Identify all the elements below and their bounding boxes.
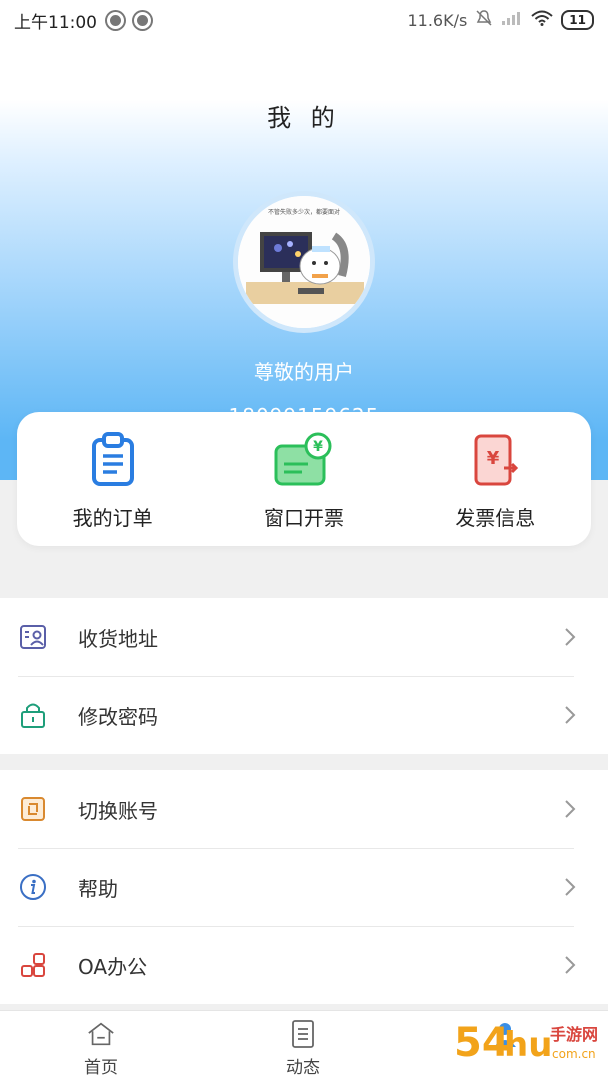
- mute-icon: [475, 9, 493, 31]
- my-orders-button[interactable]: 我的订单: [17, 412, 208, 546]
- tab-label: 动态: [286, 1058, 320, 1078]
- menu-item-address[interactable]: 收货地址: [0, 598, 608, 676]
- wifi-icon: [531, 10, 553, 30]
- chevron-right-icon: [564, 799, 580, 819]
- menu-item-change-password[interactable]: 修改密码: [0, 676, 608, 754]
- chevron-right-icon: [564, 877, 580, 897]
- menu-item-help[interactable]: 帮助: [0, 848, 608, 926]
- switch-account-icon: [18, 794, 48, 824]
- menu-item-oa-office[interactable]: OA办公: [0, 926, 608, 1004]
- svg-text:手游网: 手游网: [550, 1025, 598, 1044]
- avatar[interactable]: 不管失败多少次，都要面对: [233, 191, 375, 333]
- notification-dot-icon: [134, 11, 151, 29]
- user-name: 尊敬的用户: [254, 360, 354, 384]
- info-icon: [18, 872, 48, 902]
- quick-action-label: 窗口开票: [263, 506, 344, 530]
- home-icon: [86, 1019, 116, 1049]
- quick-actions-card: 我的订单 ¥ 窗口开票 ¥ 发票信息: [17, 412, 591, 546]
- menu-item-label: OA办公: [78, 954, 148, 979]
- address-card-icon: [18, 622, 48, 652]
- menu-item-label: 帮助: [78, 876, 118, 901]
- quick-action-label: 发票信息: [455, 506, 536, 530]
- invoice-info-button[interactable]: ¥ 发票信息: [400, 412, 591, 546]
- tab-home[interactable]: 首页: [0, 1011, 202, 1080]
- menu-item-label: 修改密码: [78, 704, 158, 729]
- menu-item-switch-account[interactable]: 切换账号: [0, 770, 608, 848]
- watermark-domain: com.cn: [552, 1047, 596, 1061]
- svg-text:54: 54: [454, 1020, 510, 1066]
- chevron-right-icon: [564, 705, 580, 725]
- chevron-right-icon: [564, 955, 580, 975]
- menu-item-label: 切换账号: [78, 798, 158, 823]
- clipboard-icon: [83, 430, 143, 490]
- lock-icon: [18, 700, 48, 730]
- svg-text:hu: hu: [504, 1025, 552, 1065]
- svg-text:¥: ¥: [313, 439, 323, 455]
- avatar-caption: 不管失败多少次，都要面对: [268, 208, 340, 216]
- svg-text:¥: ¥: [487, 448, 500, 469]
- status-bar: 上午11:00 11.6K/s 11: [0, 0, 608, 40]
- invoice-card-icon: ¥: [274, 430, 334, 490]
- notification-dot-icon: [107, 11, 124, 29]
- window-invoice-button[interactable]: ¥ 窗口开票: [208, 412, 399, 546]
- tab-label: 首页: [84, 1058, 118, 1078]
- blocks-icon: [18, 950, 48, 980]
- avatar-illustration: 不管失败多少次，都要面对: [238, 196, 370, 328]
- chevron-right-icon: [564, 627, 580, 647]
- menu-group-account: 收货地址 修改密码: [0, 598, 608, 754]
- tab-activity[interactable]: 动态: [202, 1011, 404, 1080]
- status-time: 上午11:00: [14, 12, 97, 33]
- battery-indicator: 11: [561, 10, 594, 30]
- menu-group-misc: 切换账号 帮助 OA办公: [0, 770, 608, 1004]
- site-watermark-logo: 54 hu 手游网 com.cn: [454, 1020, 598, 1066]
- network-speed: 11.6K/s: [407, 10, 468, 30]
- signal-icon: [501, 10, 523, 30]
- menu-item-label: 收货地址: [78, 626, 158, 651]
- document-icon: [288, 1019, 318, 1049]
- invoice-receipt-icon: ¥: [465, 430, 525, 490]
- page-title: 我 的: [267, 104, 341, 132]
- quick-action-label: 我的订单: [72, 506, 153, 530]
